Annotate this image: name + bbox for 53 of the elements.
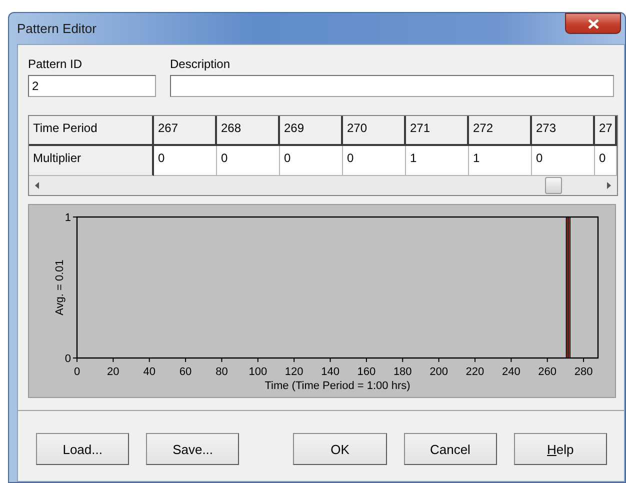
x-tick-label: 120 bbox=[284, 366, 304, 378]
dialog-button[interactable]: Load... bbox=[36, 433, 130, 465]
x-tick-label: 260 bbox=[538, 366, 557, 378]
x-tick-label: 140 bbox=[321, 366, 340, 378]
x-tick-label: 80 bbox=[216, 366, 228, 378]
x-tick-label: 60 bbox=[179, 366, 192, 378]
window-title: Pattern Editor bbox=[17, 21, 96, 36]
x-tick-label: 280 bbox=[574, 366, 593, 378]
x-axis-title: Time (Time Period = 1:00 hrs) bbox=[264, 380, 410, 392]
column-header: 270 bbox=[343, 116, 406, 146]
table-cell[interactable]: 0 bbox=[343, 146, 406, 176]
column-header: 267 bbox=[154, 116, 217, 146]
x-tick-label: 20 bbox=[107, 366, 120, 378]
y-axis-title: Avg. = 0.01 bbox=[54, 260, 66, 316]
y-tick-label: 1 bbox=[64, 212, 71, 224]
table-cell[interactable]: 0 bbox=[280, 146, 343, 176]
x-tick-label: 100 bbox=[248, 366, 268, 378]
dialog-button[interactable]: Help bbox=[514, 433, 608, 465]
column-header: 268 bbox=[217, 116, 280, 146]
pattern-id-field[interactable]: 2 bbox=[28, 75, 156, 97]
scroll-left-icon[interactable] bbox=[35, 182, 39, 189]
field-label: Description bbox=[170, 57, 232, 71]
scroll-thumb[interactable] bbox=[545, 177, 562, 194]
row-header: Multiplier bbox=[29, 146, 154, 176]
y-tick-label: 0 bbox=[64, 353, 71, 365]
scroll-right-icon[interactable] bbox=[607, 182, 611, 189]
field-label: Pattern ID bbox=[28, 57, 84, 71]
column-header: 27 bbox=[595, 116, 617, 146]
dialog-button[interactable]: OK bbox=[293, 433, 387, 465]
x-tick-label: 160 bbox=[357, 366, 376, 378]
table-cell[interactable]: 1 bbox=[406, 146, 469, 176]
x-tick-label: 0 bbox=[74, 366, 80, 378]
dialog-button[interactable]: Save... bbox=[146, 433, 240, 465]
column-header: 273 bbox=[532, 116, 595, 146]
x-tick-label: 200 bbox=[430, 366, 448, 378]
table-cell[interactable]: 0 bbox=[154, 146, 217, 176]
description-field[interactable] bbox=[170, 75, 614, 97]
close-button[interactable] bbox=[565, 13, 621, 34]
horizontal-scrollbar[interactable] bbox=[29, 176, 617, 195]
x-tick-label: 240 bbox=[502, 366, 520, 378]
x-tick-label: 180 bbox=[393, 366, 412, 378]
dialog-button[interactable]: Cancel bbox=[404, 433, 497, 465]
x-tick-label: 220 bbox=[466, 366, 484, 378]
table-cell[interactable]: 1 bbox=[469, 146, 532, 176]
row-header: Time Period bbox=[29, 116, 154, 146]
table-cell[interactable]: 0 bbox=[217, 146, 280, 176]
column-header: 272 bbox=[469, 116, 532, 146]
column-header: 269 bbox=[280, 116, 343, 146]
table-cell[interactable]: 0 bbox=[532, 146, 595, 176]
column-header: 271 bbox=[406, 116, 469, 146]
close-icon bbox=[588, 18, 598, 28]
x-tick-label: 40 bbox=[143, 366, 156, 378]
table-cell[interactable]: 0 bbox=[595, 146, 617, 176]
